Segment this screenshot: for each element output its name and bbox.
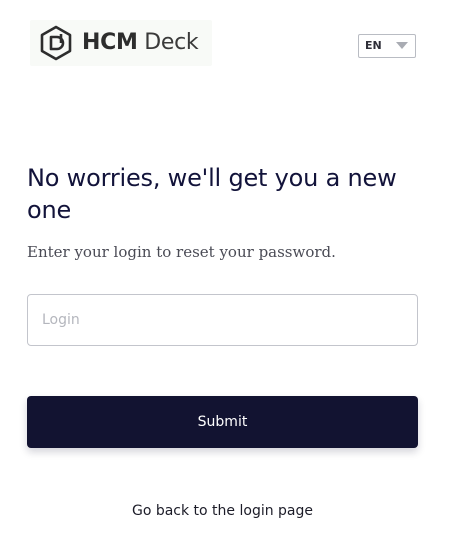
page-title: No worries, we'll get you a new one [27,164,397,224]
language-selected-value: EN [365,39,382,52]
submit-button[interactable]: Submit [27,396,418,448]
page-subtitle: Enter your login to reset your password. [27,243,336,261]
logo-text: HCM Deck [82,30,199,56]
language-select[interactable]: EN [358,34,416,58]
logo-brand-light: Deck [137,30,199,55]
back-to-login-link[interactable]: Go back to the login page [0,501,445,521]
logo-brand-bold: HCM [82,30,138,55]
caret-down-icon [396,42,408,49]
hcm-deck-logo-icon [40,25,72,61]
logo: HCM Deck [30,20,212,66]
login-input[interactable] [27,294,418,346]
